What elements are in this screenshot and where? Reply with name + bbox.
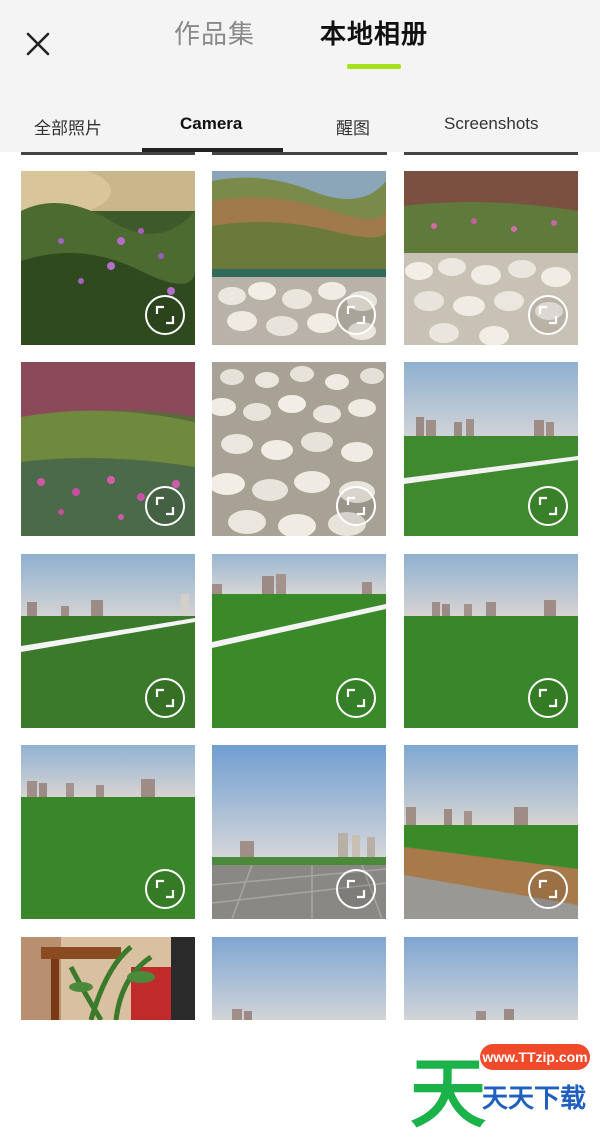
- expand-button[interactable]: [145, 486, 185, 526]
- expand-button[interactable]: [336, 869, 376, 909]
- photo-thumbnail[interactable]: [212, 554, 386, 728]
- watermark-logo: 天: [410, 1049, 486, 1138]
- photo-thumbnail[interactable]: [404, 937, 578, 1020]
- photo-thumbnail[interactable]: [404, 362, 578, 536]
- expand-icon: [538, 496, 558, 516]
- previous-row-edge: [404, 152, 578, 155]
- expand-button[interactable]: [528, 869, 568, 909]
- album-tab-camera[interactable]: Camera: [180, 114, 242, 134]
- active-tab-indicator: [347, 64, 401, 69]
- expand-icon: [538, 305, 558, 325]
- expand-icon: [538, 879, 558, 899]
- expand-button[interactable]: [145, 295, 185, 335]
- photo-thumbnail[interactable]: [21, 745, 195, 919]
- watermark-name: 天天下载: [482, 1084, 587, 1114]
- expand-button[interactable]: [336, 295, 376, 335]
- photo-thumbnail[interactable]: [212, 745, 386, 919]
- photo-thumbnail[interactable]: [21, 171, 195, 345]
- photo-image: [21, 937, 195, 1020]
- photo-thumbnail[interactable]: [212, 937, 386, 1020]
- photo-thumbnail[interactable]: [21, 554, 195, 728]
- photo-image: [404, 937, 578, 1020]
- tab-local-album[interactable]: 本地相册: [320, 14, 428, 51]
- expand-icon: [155, 496, 175, 516]
- photo-thumbnail[interactable]: [404, 554, 578, 728]
- close-button[interactable]: [22, 28, 54, 60]
- photo-thumbnail[interactable]: [212, 171, 386, 345]
- expand-icon: [346, 879, 366, 899]
- expand-icon: [346, 688, 366, 708]
- expand-button[interactable]: [528, 678, 568, 718]
- expand-icon: [346, 305, 366, 325]
- photo-thumbnail[interactable]: [212, 362, 386, 536]
- top-header: 作品集 本地相册 全部照片 Camera 醒图 Screenshots: [0, 0, 600, 152]
- photo-thumbnail[interactable]: [21, 937, 195, 1020]
- expand-button[interactable]: [528, 486, 568, 526]
- expand-button[interactable]: [145, 869, 185, 909]
- site-watermark: 天 www.TTzip.com 天天下载: [410, 1038, 595, 1138]
- expand-icon: [538, 688, 558, 708]
- expand-button[interactable]: [528, 295, 568, 335]
- expand-button[interactable]: [336, 678, 376, 718]
- expand-button[interactable]: [336, 486, 376, 526]
- expand-icon: [155, 688, 175, 708]
- tab-portfolio[interactable]: 作品集: [174, 14, 255, 51]
- photo-image: [212, 937, 386, 1020]
- previous-row-edge: [212, 152, 387, 155]
- close-icon: [26, 32, 50, 56]
- expand-icon: [346, 496, 366, 516]
- expand-button[interactable]: [145, 678, 185, 718]
- photo-thumbnail[interactable]: [404, 171, 578, 345]
- watermark-url: www.TTzip.com: [480, 1044, 590, 1070]
- expand-icon: [155, 305, 175, 325]
- expand-icon: [155, 879, 175, 899]
- album-tab-all-photos[interactable]: 全部照片: [34, 114, 102, 139]
- photo-thumbnail[interactable]: [404, 745, 578, 919]
- album-tab-screenshots[interactable]: Screenshots: [444, 114, 539, 134]
- album-tab-xingtu[interactable]: 醒图: [336, 114, 370, 139]
- previous-row-edge: [21, 152, 195, 155]
- photo-thumbnail[interactable]: [21, 362, 195, 536]
